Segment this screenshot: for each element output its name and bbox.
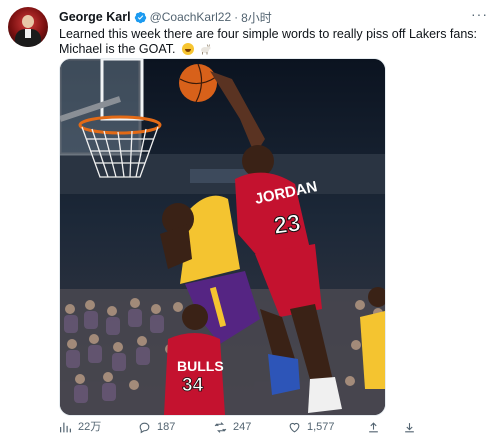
- retweet-icon: [214, 422, 227, 433]
- reply-icon: [139, 422, 150, 434]
- verified-badge-icon: [134, 11, 146, 23]
- like-icon: [289, 422, 300, 433]
- like-button[interactable]: 1,577: [288, 421, 335, 434]
- display-name[interactable]: George Karl: [59, 10, 131, 24]
- tweet-header: George Karl @CoachKarl22 · 8小时: [59, 8, 272, 26]
- bookmark-icon: [405, 423, 414, 433]
- share-icon: [369, 422, 378, 433]
- handle[interactable]: @CoachKarl22: [150, 10, 232, 24]
- tweet-text: Learned this week there are four simple …: [59, 27, 489, 57]
- like-count: 1,577: [307, 421, 335, 433]
- reply-count: 187: [157, 421, 176, 433]
- retweet-count: 247: [233, 421, 252, 433]
- more-icon[interactable]: ···: [471, 6, 488, 22]
- goat-icon: [201, 44, 211, 55]
- avatar[interactable]: [8, 7, 48, 47]
- basketball-dunk-photo: JORDAN 23 BULLS 34: [60, 59, 385, 415]
- timestamp[interactable]: 8小时: [241, 9, 272, 26]
- separator-dot: ·: [234, 10, 239, 24]
- tweet-photo[interactable]: JORDAN 23 BULLS 34: [59, 58, 386, 416]
- svg-text:34: 34: [182, 375, 204, 396]
- tweet-body: Learned this week there are four simple …: [59, 27, 478, 56]
- views-button[interactable]: 22万: [59, 421, 101, 434]
- reply-button[interactable]: 187: [138, 421, 175, 434]
- svg-text:BULLS: BULLS: [177, 358, 224, 374]
- retweet-button[interactable]: 247: [214, 421, 251, 434]
- views-count: 22万: [78, 421, 102, 433]
- svg-text:23: 23: [272, 209, 302, 239]
- grinning-squinting-face-icon: [181, 43, 194, 55]
- share-button[interactable]: [367, 421, 386, 434]
- bookmark-button[interactable]: [403, 421, 422, 434]
- views-icon: [60, 422, 71, 433]
- tweet[interactable]: George Karl @CoachKarl22 · 8小时 Learned t…: [0, 0, 500, 440]
- tweet-actions: 22万 187 247 1,577: [59, 421, 489, 437]
